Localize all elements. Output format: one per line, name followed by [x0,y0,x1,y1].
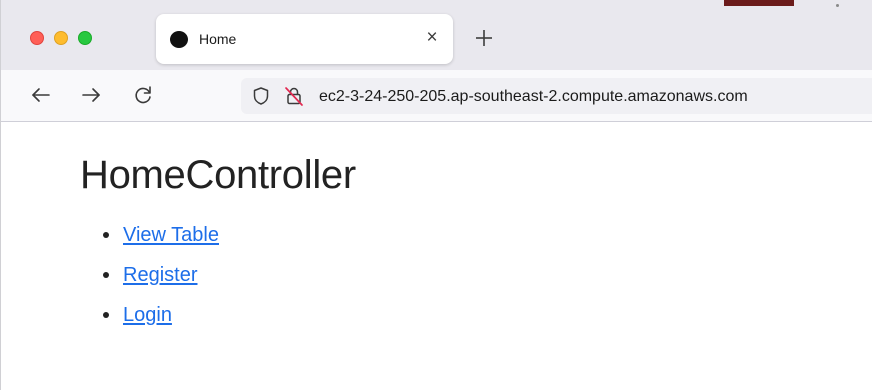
browser-window: Home × ec2-3-24-250-205.ap-southeast-2.c… [0,0,872,390]
favicon-icon [170,31,188,48]
tab-home[interactable]: Home × [156,14,453,64]
login-link[interactable]: Login [123,301,172,329]
back-button[interactable] [29,83,53,107]
arrow-right-icon [82,88,100,102]
page-content: HomeController View Table Register Login [1,122,872,390]
reload-icon [135,86,151,104]
tab-title: Home [199,31,237,47]
window-minimize-button[interactable] [54,31,68,45]
top-edge-accent [724,0,794,6]
arrow-left-icon [32,88,50,102]
shield-icon[interactable] [251,86,271,106]
lock-crossed-icon[interactable] [283,85,305,107]
window-maximize-button[interactable] [78,31,92,45]
reload-button[interactable] [131,83,155,107]
bullet-icon [103,272,109,278]
plus-icon [476,30,492,46]
tab-close-icon[interactable]: × [422,27,442,49]
view-table-link[interactable]: View Table [123,221,219,249]
top-edge-dot [836,4,839,7]
page-title: HomeController [80,153,356,197]
address-bar[interactable]: ec2-3-24-250-205.ap-southeast-2.compute.… [241,78,872,114]
register-link[interactable]: Register [123,261,197,289]
window-close-button[interactable] [30,31,44,45]
new-tab-button[interactable] [471,25,497,51]
tab-strip: Home × [1,0,872,70]
bullet-icon [103,312,109,318]
bullet-icon [103,232,109,238]
url-text[interactable]: ec2-3-24-250-205.ap-southeast-2.compute.… [319,87,748,106]
forward-button[interactable] [79,83,103,107]
navigation-toolbar: ec2-3-24-250-205.ap-southeast-2.compute.… [1,70,872,122]
